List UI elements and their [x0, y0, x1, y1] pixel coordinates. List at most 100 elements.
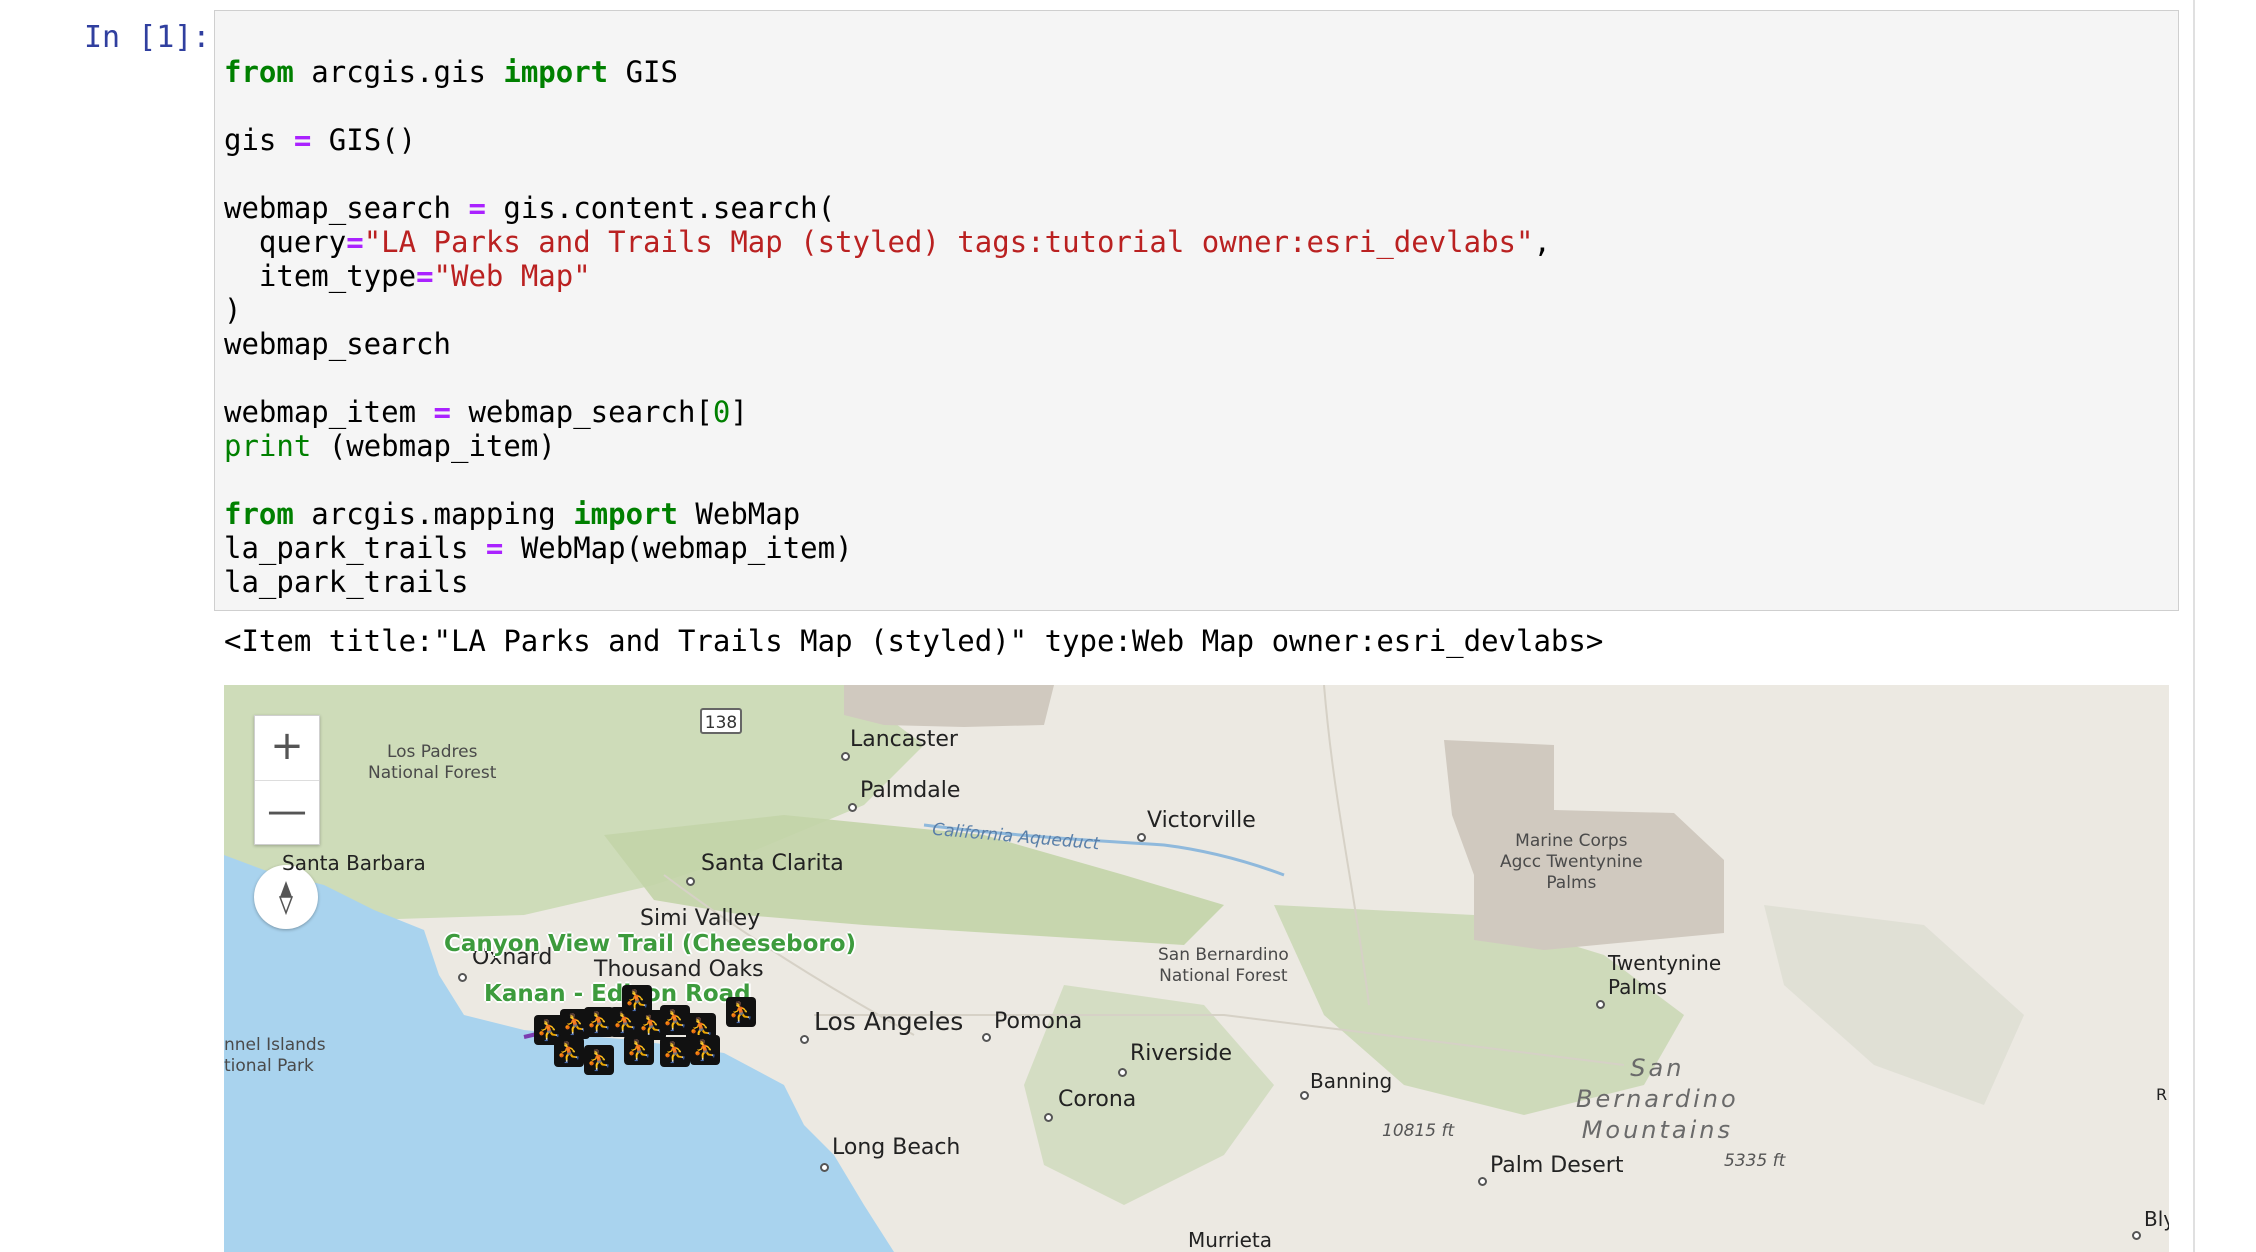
city-marker — [1137, 833, 1146, 842]
code-cell-editor[interactable]: from arcgis.gis import GIS gis = GIS() w… — [214, 10, 2179, 611]
area-label: nnel Islands tional Park — [224, 1035, 326, 1077]
code-token: "Web Map" — [433, 259, 591, 293]
city-label: Los Angeles — [814, 1007, 964, 1036]
code-token: import — [503, 55, 609, 89]
city-label: Santa Clarita — [701, 851, 844, 876]
city-label: Long Beach — [832, 1135, 961, 1160]
webmap-widget[interactable]: 138 + — Lancaster Palmdale Victorville S… — [224, 685, 2169, 1252]
hiker-icon[interactable]: ⛹ — [726, 997, 756, 1027]
city-marker — [458, 973, 467, 982]
hiker-icon[interactable]: ⛹ — [660, 1037, 690, 1067]
city-marker — [1118, 1068, 1127, 1077]
city-marker — [1596, 1000, 1605, 1009]
code-token: from — [224, 55, 294, 89]
code-token: = — [468, 191, 486, 225]
area-label: San Bernardino National Forest — [1158, 945, 1289, 987]
code-token: webmap_search — [224, 191, 469, 225]
city-label: Banning — [1310, 1069, 1393, 1093]
hiker-icon[interactable]: ⛹ — [624, 1035, 654, 1065]
code-token: WebMap(webmap_item) — [503, 531, 853, 565]
code-token: "LA Parks and Trails Map (styled) tags:t… — [363, 225, 1534, 259]
city-label: Victorville — [1147, 808, 1256, 833]
code-token: ) — [224, 293, 242, 327]
area-label-line: Marine Corps — [1515, 831, 1628, 851]
code-token: la_park_trails — [224, 531, 486, 565]
zoom-control: + — — [254, 715, 320, 845]
mountain-label: San Bernardino Mountains — [1576, 1053, 1739, 1146]
area-label-line: Palms — [1546, 873, 1597, 893]
code-token: GIS — [608, 55, 678, 89]
city-marker — [982, 1033, 991, 1042]
area-label-line: tional Park — [224, 1056, 314, 1076]
code-token: gis.content.search( — [485, 191, 836, 225]
code-token: = — [485, 531, 504, 565]
code-token: item_type — [224, 259, 417, 293]
city-marker — [841, 752, 850, 761]
code-token: (webmap_item) — [311, 429, 556, 463]
code-token: ] — [730, 395, 748, 429]
city-label: Bly — [2144, 1207, 2169, 1231]
code-token: arcgis.gis — [293, 55, 504, 89]
mountain-label-line: San — [1630, 1054, 1685, 1082]
cell-output-text: <Item title:"LA Parks and Trails Map (st… — [224, 624, 1604, 658]
hiker-icon[interactable]: ⛹ — [690, 1035, 720, 1065]
code-token: from — [224, 497, 294, 531]
city-marker — [2132, 1231, 2141, 1240]
city-marker — [820, 1163, 829, 1172]
city-label: Pomona — [994, 1009, 1083, 1034]
area-label: Marine Corps Agcc Twentynine Palms — [1500, 831, 1643, 894]
code-token: gis — [224, 123, 294, 157]
city-label: Lancaster — [850, 727, 958, 752]
code-token: = — [416, 259, 434, 293]
city-marker — [686, 877, 695, 886]
code-token: webmap_search[ — [450, 395, 713, 429]
city-marker — [1044, 1113, 1053, 1122]
city-marker — [1478, 1177, 1487, 1186]
zoom-in-button[interactable]: + — [255, 716, 319, 781]
city-marker — [800, 1035, 809, 1044]
code-token: la_park_trails — [224, 565, 469, 599]
area-label-line: National Forest — [368, 763, 497, 783]
trail-label[interactable]: Canyon View Trail (Cheeseboro) — [444, 931, 856, 957]
edge-label: R — [2156, 1085, 2168, 1104]
code-token: WebMap — [677, 497, 801, 531]
code-token: = — [293, 123, 312, 157]
city-label: Twentynine — [1608, 951, 1722, 975]
highway-shield: 138 — [700, 708, 742, 734]
mountain-label-line: Mountains — [1581, 1116, 1733, 1144]
cell-prompt: In [1]: — [84, 20, 211, 55]
hiker-icon[interactable]: ⛹ — [554, 1037, 584, 1067]
code-token: import — [573, 497, 678, 531]
code-token: query — [224, 225, 347, 259]
city-label: Simi Valley — [640, 906, 761, 931]
city-marker — [848, 803, 857, 812]
elevation-label: 5335 ft — [1724, 1151, 1786, 1171]
trail-label[interactable]: Kanan - Edison Road — [484, 981, 751, 1007]
city-marker — [1300, 1091, 1309, 1100]
city-label: Thousand Oaks — [594, 957, 764, 982]
hiker-icon[interactable]: ⛹ — [622, 985, 652, 1015]
code-token: arcgis.mapping — [293, 497, 574, 531]
code-text[interactable]: from arcgis.gis import GIS gis = GIS() w… — [224, 55, 1551, 599]
code-token: webmap_search — [224, 327, 451, 361]
zoom-out-button[interactable]: — — [255, 781, 319, 845]
code-token: GIS() — [311, 123, 417, 157]
city-label: Palmdale — [860, 778, 961, 803]
elevation-label: 10815 ft — [1382, 1121, 1455, 1141]
code-token: 0 — [712, 395, 731, 429]
city-label: Santa Barbara — [282, 851, 426, 875]
code-token: , — [1533, 225, 1551, 259]
code-token: print — [224, 429, 312, 463]
vertical-scrollbar[interactable] — [2193, 0, 2195, 1252]
hiker-icon[interactable]: ⛹ — [584, 1045, 614, 1075]
area-label-line: National Forest — [1159, 966, 1288, 986]
area-label: Los Padres National Forest — [368, 742, 496, 784]
area-label-line: nnel Islands — [224, 1035, 326, 1055]
code-token: = — [433, 395, 451, 429]
city-label: Riverside — [1130, 1041, 1233, 1066]
city-label: Murrieta — [1188, 1228, 1272, 1252]
city-label: Palm Desert — [1490, 1153, 1624, 1178]
city-label: Corona — [1058, 1087, 1137, 1112]
area-label-line: San Bernardino — [1158, 945, 1289, 965]
city-label: Palms — [1608, 975, 1667, 999]
